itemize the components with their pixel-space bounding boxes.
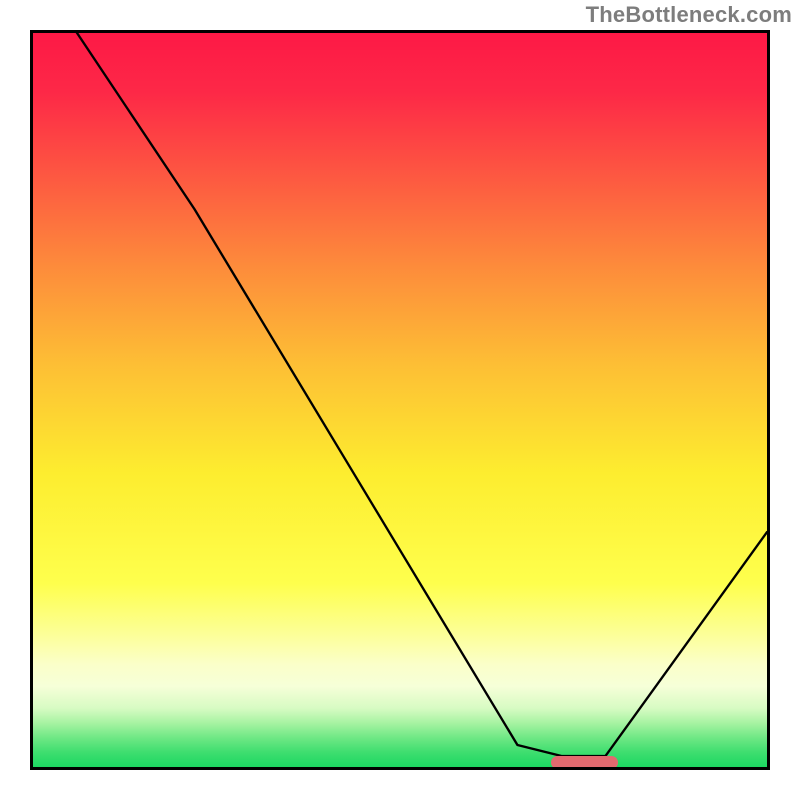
plot-svg [33, 33, 767, 767]
watermark-text: TheBottleneck.com [586, 2, 792, 28]
plot-area [30, 30, 770, 770]
gradient-background [33, 33, 767, 767]
chart-stage: TheBottleneck.com [0, 0, 800, 800]
